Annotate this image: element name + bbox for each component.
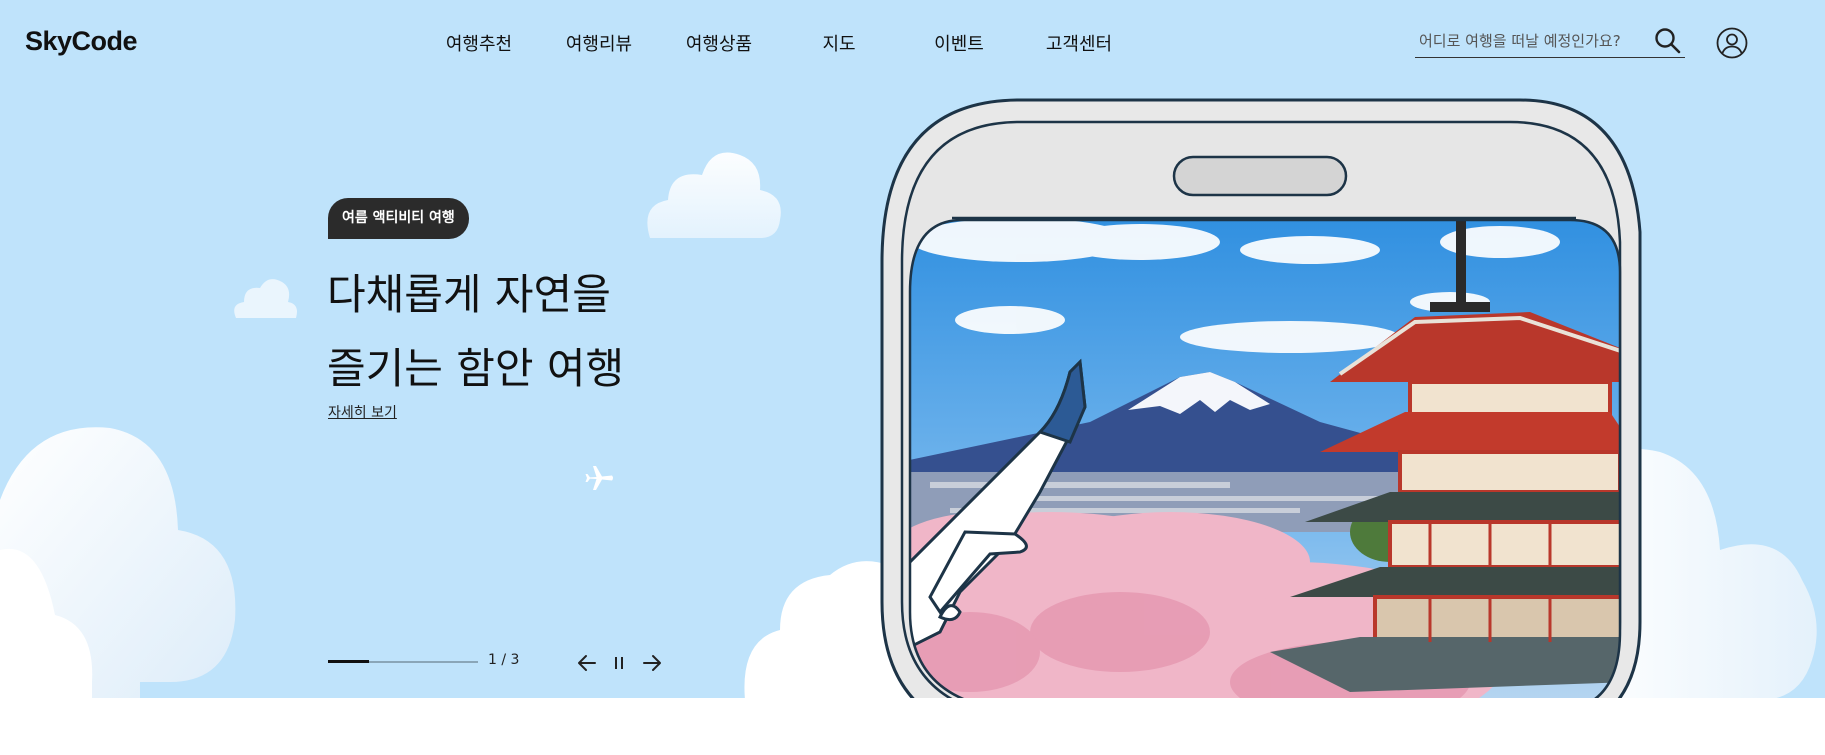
search-input[interactable] (1419, 28, 1654, 54)
headline-line: 즐기는 함안 여행 (327, 344, 625, 393)
slide-progress-fill (328, 660, 369, 663)
airplane-icon (585, 466, 613, 490)
headline-line: 다채롭게 자연을 (327, 270, 611, 319)
nav-item-recommend[interactable]: 여행추천 (419, 30, 539, 56)
logo[interactable]: SkyCode (25, 26, 138, 57)
prev-arrow-icon[interactable] (575, 651, 599, 675)
hero-headline: 다채롭게 자연을 즐기는 함안 여행 (327, 258, 624, 406)
search-icon[interactable] (1653, 26, 1683, 56)
nav-item-products[interactable]: 여행상품 (659, 30, 779, 56)
nav-item-event[interactable]: 이벤트 (899, 30, 1019, 56)
cloud-decoration (234, 279, 297, 318)
nav-item-support[interactable]: 고객센터 (1019, 30, 1139, 56)
view-details-link[interactable]: 자세히 보기 (328, 402, 397, 422)
cloud-decoration (647, 152, 781, 238)
cloud-decoration (0, 427, 236, 698)
slide-counter: 1 / 3 (488, 652, 520, 668)
user-icon[interactable] (1716, 27, 1748, 59)
nav-item-map[interactable]: 지도 (779, 30, 899, 56)
next-arrow-icon[interactable] (640, 651, 664, 675)
hero-section: SkyCode 여행추천 여행리뷰 여행상품 지도 이벤트 고객센터 여름 액티… (0, 0, 1825, 698)
search-bar (1415, 26, 1685, 58)
airplane-window-illustration (880, 98, 1642, 698)
category-badge: 여름 액티비티 여행 (328, 198, 469, 239)
pause-icon[interactable] (607, 651, 631, 675)
page-bottom (0, 698, 1825, 755)
nav-item-review[interactable]: 여행리뷰 (539, 30, 659, 56)
slide-progress-bar (328, 660, 478, 663)
